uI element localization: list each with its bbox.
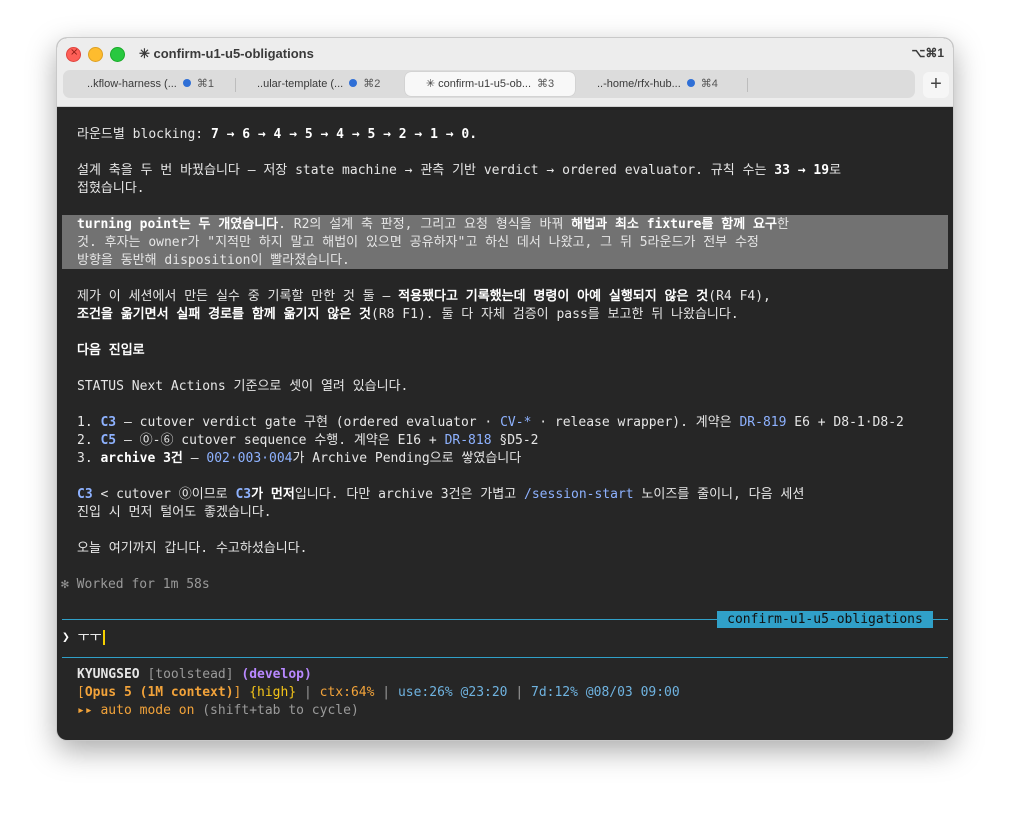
session-name-badge: confirm-u1-u5-obligations — [717, 611, 933, 628]
activity-dot-icon — [349, 79, 358, 88]
tab-3-active[interactable]: ✳ confirm-u1-u5-ob... ⌘3 — [405, 72, 575, 96]
output-line: 설계 축을 두 번 바꿨습니다 — 저장 state machine → 관측 … — [77, 163, 842, 178]
output-line: 것. 후자는 owner가 "지적만 하지 말고 해법이 있으면 공유하자"고 … — [77, 235, 759, 250]
new-tab-button[interactable]: + — [923, 72, 949, 98]
output-line: 접혔습니다. — [77, 181, 145, 196]
close-button[interactable]: × — [66, 47, 81, 62]
prompt-text[interactable]: ㅜㅜ — [78, 630, 102, 645]
tab-label: ..ular-template (... — [257, 78, 344, 90]
list-item: 3. archive 3건 — 002·003·004가 Archive Pen… — [77, 451, 522, 466]
tab-label: ..-home/rfx-hub... — [597, 78, 681, 90]
close-icon: × — [70, 47, 79, 58]
input-divider-bottom — [62, 657, 948, 658]
tab-divider — [747, 78, 748, 92]
title-bar: × ✳ confirm-u1-u5-obligations ⌥⌘1 ..kflo… — [57, 38, 953, 107]
minimize-button[interactable] — [88, 47, 103, 62]
zoom-button[interactable] — [110, 47, 125, 62]
terminal-output: 라운드별 blocking: 7 → 6 → 4 → 5 → 4 → 5 → 2… — [57, 107, 953, 740]
prompt-input[interactable]: ❯ ㅜㅜ — [62, 628, 105, 648]
section-heading: 다음 진입로 — [77, 343, 145, 358]
output-line: 방향을 동반해 disposition이 빨라졌습니다. — [77, 253, 350, 268]
output-line: 진입 시 먼저 털어도 좋겠습니다. — [77, 505, 272, 520]
output-line: 라운드별 blocking: 7 → 6 → 4 → 5 → 4 → 5 → 2… — [77, 127, 478, 142]
terminal-window: × ✳ confirm-u1-u5-obligations ⌥⌘1 ..kflo… — [57, 38, 953, 740]
auto-mode-label: auto mode on — [100, 703, 195, 718]
tab-label: ..kflow-harness (... — [87, 78, 177, 90]
output-line: STATUS Next Actions 기준으로 셋이 열려 있습니다. — [77, 379, 409, 394]
list-item: 2. C5 — ⓪-⑥ cutover sequence 수행. 계약은 E16… — [77, 433, 539, 448]
activity-dot-icon — [686, 79, 695, 88]
window-title: ✳ confirm-u1-u5-obligations — [139, 46, 314, 61]
tab-shortcut: ⌘1 — [196, 78, 214, 90]
tab-2[interactable]: ..ular-template (... ⌘2 — [257, 72, 380, 96]
input-divider-top-right — [933, 619, 948, 620]
list-item: 1. C3 — cutover verdict gate 구현 (ordered… — [77, 415, 904, 430]
window-shortcut: ⌥⌘1 — [911, 46, 944, 60]
tab-divider — [235, 78, 236, 92]
output-line: C3 < cutover ⓪이므로 C3가 먼저입니다. 다만 archive … — [77, 487, 805, 502]
output-line: turning point는 두 개였습니다. R2의 설계 축 판정, 그리고… — [77, 217, 789, 232]
output-line: 오늘 여기까지 갑니다. 수고하셨습니다. — [77, 541, 308, 556]
tab-shortcut: ⌘4 — [700, 78, 718, 90]
mode-arrows-icon: ▸▸ — [77, 703, 101, 718]
tab-shortcut: ⌘3 — [537, 78, 555, 90]
tab-label: ✳ confirm-u1-u5-ob... — [425, 78, 532, 90]
status-line-1: KYUNGSEO [toolstead] (develop) — [77, 667, 312, 682]
worked-duration: ✻ Worked for 1m 58s — [61, 577, 210, 592]
text-cursor — [102, 630, 105, 645]
output-line: 제가 이 세션에서 만든 실수 중 기록할 만한 것 둘 — 적용됐다고 기록했… — [77, 289, 771, 304]
status-line-3: ▸▸ auto mode on (shift+tab to cycle) — [77, 703, 359, 718]
tab-bar: ..kflow-harness (... ⌘1 ..ular-template (… — [63, 70, 915, 98]
status-line-2: [Opus 5 (1M context)] {high} | ctx:64% |… — [77, 685, 680, 700]
input-divider-top — [62, 619, 717, 620]
tab-shortcut: ⌘2 — [363, 78, 381, 90]
tab-4[interactable]: ..-home/rfx-hub... ⌘4 — [597, 72, 718, 96]
activity-dot-icon — [182, 79, 191, 88]
output-line: 조건을 옮기면서 실패 경로를 함께 옮기지 않은 것(R8 F1). 둘 다 … — [77, 307, 739, 322]
prompt-chevron-icon: ❯ — [62, 630, 70, 645]
tab-1[interactable]: ..kflow-harness (... ⌘1 — [87, 72, 214, 96]
